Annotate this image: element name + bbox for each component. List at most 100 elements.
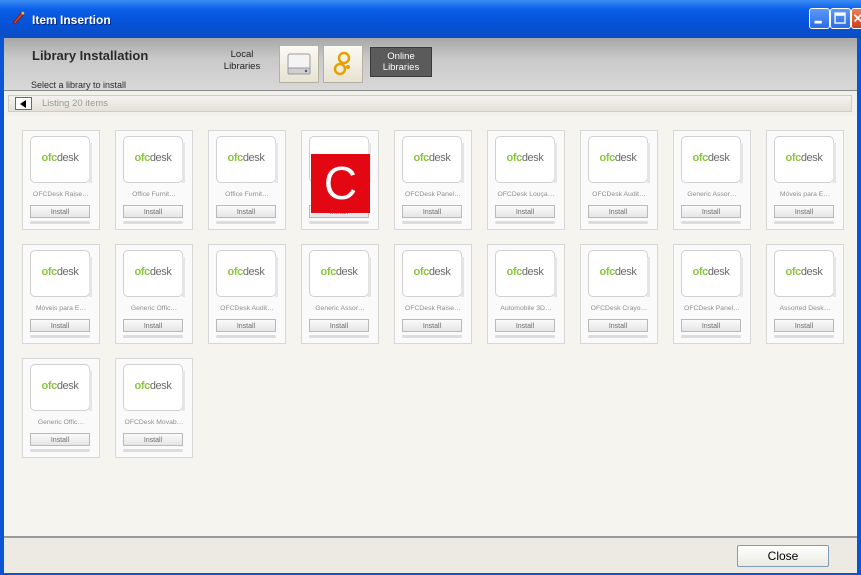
library-tile[interactable]: ofcdesk OFCDesk Movab… Install: [115, 358, 193, 458]
logo-part-ofc: ofc: [413, 152, 430, 164]
tile-shadow: [30, 449, 90, 452]
library-tile[interactable]: ofcdesk OFCDesk Louça… Install: [487, 130, 565, 230]
minimize-icon: [814, 20, 822, 24]
ofcdesk-logo: ofcdesk: [310, 266, 368, 278]
library-thumbnail: ofcdesk: [30, 136, 92, 183]
library-tile[interactable]: ofcdesk Generic Offic… Install: [115, 244, 193, 344]
logo-part-desk: desk: [428, 152, 451, 164]
library-tile[interactable]: ofcdesk OFCDesk Crayo… Install: [580, 244, 658, 344]
logo-part-ofc: ofc: [785, 266, 802, 278]
tile-shadow: [681, 335, 741, 338]
app-icon: [12, 11, 25, 25]
logo-part-desk: desk: [800, 266, 823, 278]
install-button[interactable]: Install: [123, 433, 183, 446]
maximize-button[interactable]: [830, 8, 851, 29]
install-button[interactable]: Install: [774, 319, 834, 332]
minimize-button[interactable]: [809, 8, 830, 29]
library-tile[interactable]: ofcdesk Generic Assor… Install: [301, 244, 379, 344]
install-button[interactable]: Install: [30, 433, 90, 446]
tile-shadow: [309, 221, 369, 224]
library-thumbnail: ofcdesk: [123, 136, 185, 183]
library-thumbnail: ofcdesk: [309, 250, 371, 297]
tab-local-disk[interactable]: [279, 45, 319, 83]
library-tile[interactable]: ofcdesk OFCDesk Raise… Install: [394, 244, 472, 344]
network-icon: [333, 51, 351, 76]
library-name: OFCDesk Panel…: [405, 191, 461, 198]
library-tile[interactable]: ofcdesk OFCDesk Panel… Install: [673, 244, 751, 344]
install-button[interactable]: Install: [495, 205, 555, 218]
library-tile[interactable]: ofcdesk OFCDesk Audit… Install: [580, 130, 658, 230]
install-button[interactable]: Install: [216, 319, 276, 332]
tile-shadow: [123, 449, 183, 452]
ofcdesk-logo: ofcdesk: [775, 152, 833, 164]
library-name: Automobile 3D…: [500, 305, 552, 312]
library-tile[interactable]: ofcdesk Móveis para E… Install: [22, 244, 100, 344]
logo-part-desk: desk: [56, 266, 79, 278]
library-thumbnail: ofcdesk: [123, 250, 185, 297]
library-tile[interactable]: ofcdesk Assorted Desk… Install: [766, 244, 844, 344]
install-button[interactable]: Install: [588, 205, 648, 218]
close-window-button[interactable]: [851, 8, 861, 29]
library-tile[interactable]: ofcdesk Office Furnit… Install: [115, 130, 193, 230]
install-button[interactable]: Install: [30, 205, 90, 218]
tab-online-libraries[interactable]: Online Libraries: [370, 47, 432, 77]
tile-shadow: [681, 221, 741, 224]
online-label-line-2: Libraries: [382, 62, 420, 73]
tile-shadow: [309, 335, 369, 338]
ofcdesk-logo: ofcdesk: [589, 266, 647, 278]
library-tile[interactable]: ofcdesk OFCDesk Raise… Install: [22, 130, 100, 230]
marker-c-badge: C: [311, 154, 370, 213]
back-arrow-icon: [20, 100, 26, 108]
library-name: Móveis para E…: [779, 191, 831, 198]
ofcdesk-logo: ofcdesk: [31, 380, 89, 392]
install-button[interactable]: Install: [681, 319, 741, 332]
library-thumbnail: ofcdesk: [402, 136, 464, 183]
library-name: Generic Offic…: [37, 419, 85, 426]
library-name: OFCDesk Raise…: [405, 305, 461, 312]
logo-part-ofc: ofc: [599, 266, 616, 278]
library-tile[interactable]: ofcdesk OFCDesk Audit… Install: [208, 244, 286, 344]
back-button[interactable]: [15, 97, 32, 110]
library-grid: ofcdesk OFCDesk Raise… Install ofcdesk Offic…: [4, 116, 857, 536]
logo-part-desk: desk: [242, 152, 265, 164]
ofcdesk-logo: ofcdesk: [124, 152, 182, 164]
logo-part-desk: desk: [56, 380, 79, 392]
tile-shadow: [216, 335, 276, 338]
local-label-line-1: Local: [230, 49, 254, 60]
library-tile[interactable]: ofcdesk Automobile 3D… Install: [487, 244, 565, 344]
library-thumbnail: ofcdesk: [495, 136, 557, 183]
install-button[interactable]: Install: [402, 205, 462, 218]
install-button[interactable]: Install: [216, 205, 276, 218]
install-button[interactable]: Install: [681, 205, 741, 218]
title-bar[interactable]: Item Insertion: [0, 0, 861, 38]
install-button[interactable]: Install: [309, 319, 369, 332]
library-thumbnail: ofcdesk: [216, 136, 278, 183]
library-tile[interactable]: ofcdesk OFCDesk Panel… Install: [394, 130, 472, 230]
maximize-icon: [834, 12, 846, 24]
local-label-line-2: Libraries: [223, 61, 261, 72]
logo-part-ofc: ofc: [41, 380, 58, 392]
install-button[interactable]: Install: [402, 319, 462, 332]
library-thumbnail: ofcdesk: [681, 250, 743, 297]
install-button[interactable]: Install: [123, 319, 183, 332]
library-thumbnail: ofcdesk: [588, 250, 650, 297]
item-insertion-window: Item Insertion Library Installation Sele…: [0, 0, 861, 575]
library-name: Móveis para E…: [35, 305, 87, 312]
online-label-line-1: Online: [387, 51, 415, 62]
library-tile[interactable]: ofcdesk Office Furnit… Install: [208, 130, 286, 230]
logo-part-desk: desk: [335, 266, 358, 278]
close-button[interactable]: Close: [737, 545, 829, 567]
tile-shadow: [402, 335, 462, 338]
library-tile[interactable]: ofcdesk Generic Offic… Install: [22, 358, 100, 458]
library-name: OFCDesk Raise…: [33, 191, 89, 198]
install-button[interactable]: Install: [588, 319, 648, 332]
library-tile[interactable]: ofcdesk Generic Assor… Install: [673, 130, 751, 230]
install-button[interactable]: Install: [30, 319, 90, 332]
tab-local-network[interactable]: [323, 45, 363, 83]
install-button[interactable]: Install: [123, 205, 183, 218]
library-name: OFCDesk Audit…: [592, 191, 646, 198]
logo-part-ofc: ofc: [227, 152, 244, 164]
install-button[interactable]: Install: [495, 319, 555, 332]
install-button[interactable]: Install: [774, 205, 834, 218]
library-tile[interactable]: ofcdesk Móveis para E… Install: [766, 130, 844, 230]
